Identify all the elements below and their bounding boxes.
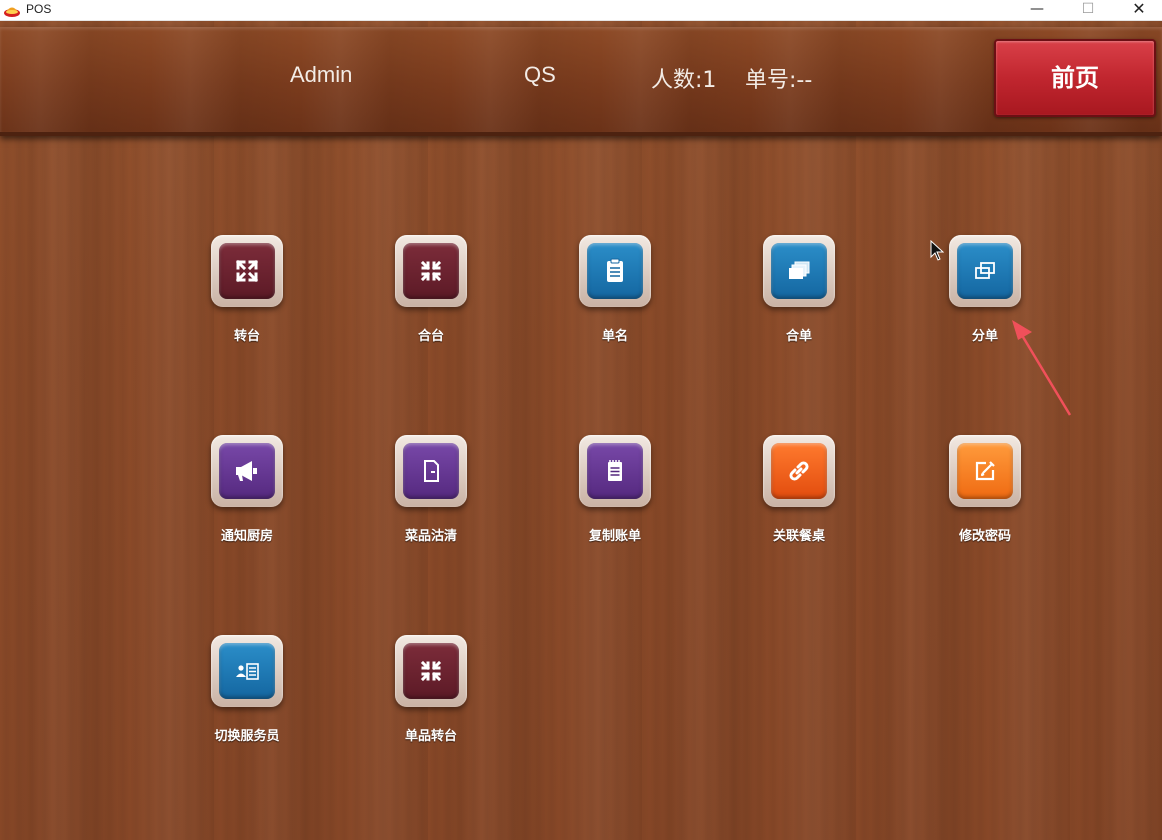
tile-link-table[interactable]: 关联餐桌 [739, 435, 859, 565]
contact-card-icon [236, 663, 259, 680]
tile-bill-name[interactable]: 单名 [555, 235, 675, 365]
front-page-button[interactable]: 前页 [994, 39, 1156, 117]
tile-label: 合单 [785, 329, 812, 344]
clipboard-icon [607, 258, 623, 282]
tile-frame[interactable] [211, 435, 283, 507]
tile-frame[interactable] [763, 235, 835, 307]
tile-frame[interactable] [211, 235, 283, 307]
tile-frame[interactable] [211, 635, 283, 707]
minimize-button[interactable]: — [1014, 0, 1060, 20]
tile-sold-out[interactable]: 菜品沽清 [371, 435, 491, 565]
tile-notify-kitchen[interactable]: 通知厨房 [187, 435, 307, 565]
user-name: Admin [290, 62, 353, 87]
tile-change-password[interactable]: 修改密码 [925, 435, 1045, 565]
guest-count: 人数:1 [651, 68, 717, 93]
tile-item-transfer[interactable]: 单品转台 [371, 635, 491, 765]
shop-code: QS [524, 62, 556, 87]
tile-frame[interactable] [395, 635, 467, 707]
tile-frame[interactable] [579, 435, 651, 507]
notepad-icon [608, 460, 622, 481]
tile-label: 菜品沽清 [404, 529, 457, 544]
tile-transfer-table[interactable]: 转台 [187, 235, 307, 365]
wood-background [0, 21, 1162, 840]
tile-frame[interactable] [949, 235, 1021, 307]
annotation-arrow-icon [1012, 320, 1072, 416]
tile-label: 切换服务员 [214, 729, 280, 744]
blank-document-icon [424, 460, 439, 482]
tile-label: 修改密码 [958, 529, 1011, 544]
header-bar: Admin QS 人数:1 单号:-- 前页 [0, 27, 1162, 136]
close-button[interactable]: ✕ [1116, 0, 1162, 20]
tile-label: 单品转台 [404, 729, 457, 744]
tile-label: 合台 [417, 329, 444, 344]
tile-frame[interactable] [949, 435, 1021, 507]
link-icon [789, 461, 809, 481]
tile-label: 关联餐桌 [772, 529, 825, 544]
tile-switch-waiter[interactable]: 切换服务员 [187, 635, 307, 765]
tile-label: 单名 [601, 329, 628, 344]
tile-merge-table[interactable]: 合台 [371, 235, 491, 365]
tile-label: 通知厨房 [220, 529, 273, 544]
collapse-arrows-icon [420, 660, 442, 682]
split-cards-icon [975, 262, 995, 279]
pos-logo-icon [4, 7, 20, 17]
tile-frame[interactable] [579, 235, 651, 307]
tile-frame[interactable] [763, 435, 835, 507]
mouse-cursor-icon [930, 240, 944, 261]
expand-arrows-icon [235, 259, 259, 283]
edit-icon [975, 461, 995, 481]
maximize-button[interactable]: ☐ [1065, 0, 1111, 20]
megaphone-icon [236, 461, 257, 481]
window-titlebar: POS — ☐ ✕ [0, 0, 1162, 21]
order-number: 单号:-- [745, 68, 813, 93]
collapse-arrows-icon [420, 260, 442, 282]
tile-label: 复制账单 [588, 529, 641, 544]
tile-copy-bill[interactable]: 复制账单 [555, 435, 675, 565]
window-title: POS [26, 2, 52, 16]
tile-merge-bill[interactable]: 合单 [739, 235, 859, 365]
tile-frame[interactable] [395, 235, 467, 307]
stacked-cards-icon [789, 261, 810, 279]
tile-frame[interactable] [395, 435, 467, 507]
tile-label: 转台 [233, 329, 260, 344]
